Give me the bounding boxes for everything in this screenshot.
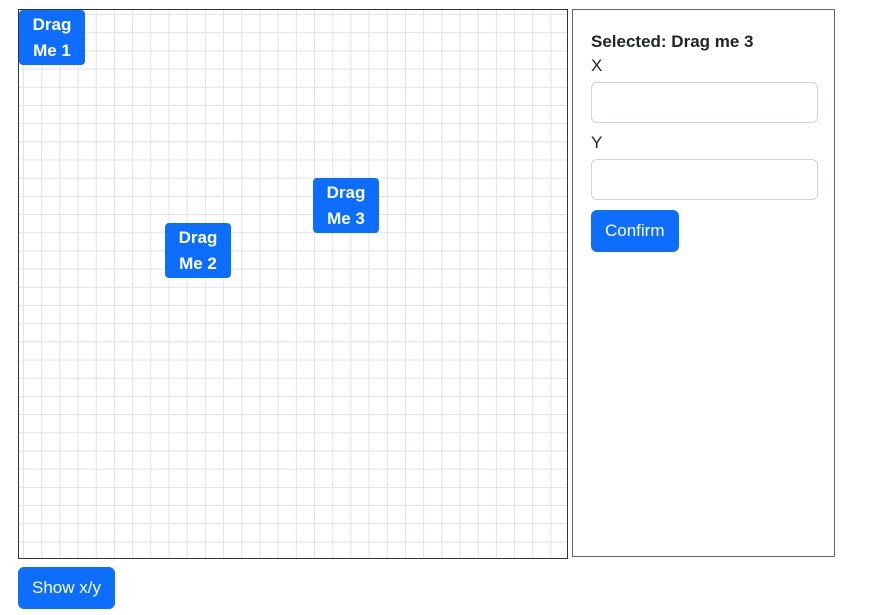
drag-me-1-line2: Me 1 — [33, 41, 71, 60]
drag-me-3-line1: Drag — [326, 183, 366, 202]
drag-me-3-line2: Me 3 — [327, 209, 365, 228]
x-label: X — [591, 56, 603, 75]
y-input[interactable] — [591, 159, 818, 200]
drag-canvas[interactable]: Drag Me 1 Drag Me 2 Drag Me 3 — [18, 9, 568, 559]
drag-me-2-line2: Me 2 — [179, 254, 217, 273]
selection-panel: Selected: Drag me 3 X Y Confirm — [572, 9, 835, 557]
drag-me-2-line1: Drag — [178, 228, 218, 247]
y-label: Y — [591, 133, 603, 152]
confirm-button[interactable]: Confirm — [591, 210, 679, 252]
drag-me-1-line1: Drag — [32, 15, 72, 34]
drag-me-1-box[interactable]: Drag Me 1 — [19, 10, 85, 65]
x-input[interactable] — [591, 82, 818, 123]
drag-me-3-box[interactable]: Drag Me 3 — [313, 178, 379, 233]
show-xy-button[interactable]: Show x/y — [18, 567, 115, 609]
selected-label: Selected: Drag me 3 — [591, 32, 754, 51]
drag-me-2-box[interactable]: Drag Me 2 — [165, 223, 231, 278]
